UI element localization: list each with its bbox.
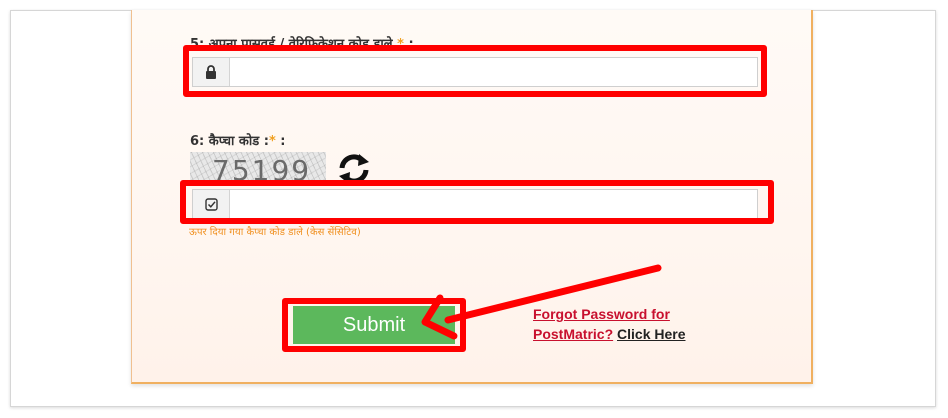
lock-icon <box>193 58 230 86</box>
captcha-field <box>192 189 758 219</box>
required-star: * <box>397 37 404 52</box>
captcha-label-text: कैप्चा कोड : <box>208 134 269 149</box>
captcha-image: 75199 <box>190 152 326 186</box>
forgot-password-line1[interactable]: Forgot Password for <box>533 306 670 322</box>
captcha-input[interactable] <box>230 190 757 218</box>
captcha-image-text: 75199 <box>212 154 312 186</box>
password-label-number: 5: <box>190 37 205 52</box>
postmatric-link[interactable]: PostMatric? <box>533 326 613 342</box>
click-here-link[interactable]: Click Here <box>617 326 685 342</box>
refresh-icon[interactable] <box>336 152 372 186</box>
captcha-label-colon: : <box>280 134 286 149</box>
password-label: 5: अपना पासवर्ड / वेरिफिकेशन कोड डाले * … <box>190 34 414 52</box>
captcha-label-number: 6: <box>190 134 205 149</box>
password-input[interactable] <box>230 58 757 86</box>
password-label-colon: : <box>408 37 414 52</box>
forgot-password-link: Forgot Password for PostMatric? Click He… <box>533 304 686 344</box>
required-star: * <box>268 134 276 149</box>
captcha-hint: ऊपर दिया गया कैप्चा कोड डाले (केस सेंसिट… <box>189 227 361 238</box>
captcha-label: 6: कैप्चा कोड :* : <box>190 131 286 149</box>
password-field <box>192 57 758 87</box>
password-label-text: अपना पासवर्ड / वेरिफिकेशन कोड डाले <box>208 37 393 52</box>
submit-button[interactable]: Submit <box>293 306 455 344</box>
check-square-icon <box>193 190 230 218</box>
